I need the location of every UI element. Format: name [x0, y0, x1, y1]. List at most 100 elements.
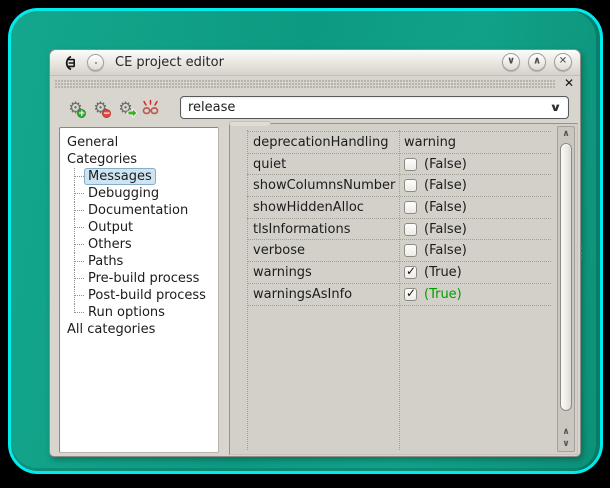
property-name: showHiddenAlloc — [247, 200, 399, 215]
property-row-verbose: verbose(False) — [247, 240, 551, 262]
title-bar[interactable]: CE project editor ∨ ∧ ✕ — [50, 50, 580, 76]
property-value-text: (False) — [424, 178, 467, 193]
scroll-up-button-bottom[interactable]: ∧ — [558, 426, 574, 438]
tree-item-label: Categories — [67, 152, 137, 167]
property-name: verbose — [247, 243, 399, 258]
checkbox-quiet[interactable] — [404, 158, 417, 171]
dock-close-button[interactable]: ✕ — [564, 76, 574, 90]
window-menu-button[interactable] — [87, 54, 104, 71]
tree-item-messages[interactable]: Messages — [60, 168, 218, 185]
property-row-warningsAsInfo: warningsAsInfo ✓ (True) — [247, 284, 551, 306]
property-panel: deprecationHandlingwarningquiet(False)sh… — [229, 123, 578, 455]
tree-item-documentation[interactable]: Documentation — [60, 202, 218, 219]
property-row-quiet: quiet (False) — [247, 154, 551, 176]
property-value-text: (False) — [424, 157, 467, 172]
property-name: warnings — [247, 265, 399, 280]
toolbar: ⚙ + ⚙ − ⚙ — [50, 91, 580, 124]
dock-title-bar: ✕ — [50, 76, 580, 91]
add-configuration-button[interactable]: ⚙ + — [65, 97, 86, 118]
unlink-configuration-button[interactable] — [140, 97, 161, 118]
property-name: deprecationHandling — [247, 135, 399, 150]
tree-item-label: General — [67, 135, 118, 150]
close-icon: ✕ — [559, 57, 567, 67]
scroll-down-button[interactable]: ∨ — [558, 438, 574, 450]
property-value-text: (False) — [424, 200, 467, 215]
editor-content: General CategoriesMessagesDebuggingDocume… — [50, 124, 580, 456]
check-icon: ✓ — [406, 264, 416, 278]
property-value: (False) — [399, 222, 551, 237]
property-value: (False) — [399, 157, 551, 172]
property-value: (False) — [399, 200, 551, 215]
panel-splitter[interactable] — [221, 124, 228, 456]
check-icon: ✓ — [406, 286, 416, 300]
tree-item-label: All categories — [67, 322, 155, 337]
tree-item-others[interactable]: Others — [60, 236, 218, 253]
checkbox-warningsAsInfo[interactable]: ✓ — [404, 288, 417, 301]
menu-dot-icon — [95, 62, 97, 64]
tree-item-label: Others — [88, 237, 132, 252]
property-value-text: warning — [404, 135, 456, 150]
tree-item-pre-build-process[interactable]: Pre-build process — [60, 270, 218, 287]
minimize-button[interactable]: ∨ — [502, 53, 520, 71]
window-controls: ∨ ∧ ✕ — [502, 53, 572, 71]
property-name: warningsAsInfo — [247, 287, 399, 302]
tree-item-general[interactable]: General — [60, 134, 218, 151]
tree-item-label: Post-build process — [88, 288, 206, 303]
property-value-text: (False) — [424, 222, 467, 237]
desktop-frame: CE project editor ∨∧✕ ✕ ⚙ + ⚙ − ⚙ — [8, 8, 603, 474]
chevron-down-icon: ∨ — [507, 57, 515, 67]
tree-item-post-build-process[interactable]: Post-build process — [60, 287, 218, 304]
property-value: ✓ (True) — [399, 265, 551, 280]
copy-configuration-button[interactable]: ⚙ — [115, 97, 136, 118]
property-name: quiet — [247, 157, 399, 172]
chevron-up-icon: ∧ — [533, 57, 541, 67]
ce-project-editor-window: CE project editor ∨∧✕ ✕ ⚙ + ⚙ − ⚙ — [49, 49, 581, 457]
tree-item-label: Documentation — [88, 203, 188, 218]
window-title: CE project editor — [115, 55, 224, 70]
scroll-up-button[interactable]: ∧ — [558, 128, 574, 140]
configuration-combobox-value: release — [188, 100, 551, 115]
property-row-tlsInformations: tlsInformations (False) — [247, 219, 551, 241]
tree-item-categories[interactable]: Categories — [60, 151, 218, 168]
property-value: ✓ (True) — [399, 287, 551, 302]
app-logo-icon — [60, 55, 78, 71]
tree-item-label: Paths — [88, 254, 123, 269]
checkbox-verbose[interactable] — [404, 244, 417, 257]
tree-item-label: Messages — [84, 168, 156, 185]
property-value: warning — [399, 135, 551, 150]
property-value-text: (True) — [424, 265, 462, 280]
panel-grip[interactable] — [229, 121, 271, 126]
close-button[interactable]: ✕ — [554, 53, 572, 71]
checkbox-warnings[interactable]: ✓ — [404, 266, 417, 279]
checkbox-showHiddenAlloc[interactable] — [404, 201, 417, 214]
combo-caret-icon: ∨ — [549, 101, 562, 114]
property-name: showColumnsNumber — [247, 178, 399, 193]
maximize-button[interactable]: ∧ — [528, 53, 546, 71]
property-value: (False) — [399, 243, 551, 258]
tree-item-paths[interactable]: Paths — [60, 253, 218, 270]
tree-item-all-categories[interactable]: All categories — [60, 321, 218, 338]
property-value: (False) — [399, 178, 551, 193]
property-row-showHiddenAlloc: showHiddenAlloc (False) — [247, 197, 551, 219]
tree-item-debugging[interactable]: Debugging — [60, 185, 218, 202]
property-name: tlsInformations — [247, 222, 399, 237]
window-resize-grip[interactable] — [579, 247, 582, 259]
tree-item-run-options[interactable]: Run options — [60, 304, 218, 321]
property-row-deprecationHandling: deprecationHandling warning — [247, 132, 551, 154]
checkbox-showColumnsNumber[interactable] — [404, 179, 417, 192]
property-row-warnings: warnings ✓ (True) — [247, 262, 551, 284]
checkbox-tlsInformations[interactable] — [404, 223, 417, 236]
broken-link-icon — [141, 98, 160, 117]
property-value-text: (True) — [424, 287, 462, 302]
dock-texture[interactable] — [55, 80, 556, 88]
vertical-scrollbar[interactable]: ∧ ∧ ∨ — [557, 126, 575, 452]
property-row-showColumnsNumber: showColumnsNumber (False) — [247, 175, 551, 197]
tree-item-label: Output — [88, 220, 133, 235]
tree-item-output[interactable]: Output — [60, 219, 218, 236]
property-grid: deprecationHandlingwarningquiet(False)sh… — [247, 131, 551, 306]
screenshot-root: CE project editor ∨∧✕ ✕ ⚙ + ⚙ − ⚙ — [0, 0, 610, 488]
configuration-combobox[interactable]: release ∨ — [180, 96, 569, 119]
category-tree: General CategoriesMessagesDebuggingDocume… — [59, 127, 219, 453]
scrollbar-thumb[interactable] — [560, 143, 572, 411]
remove-configuration-button[interactable]: ⚙ − — [90, 97, 111, 118]
